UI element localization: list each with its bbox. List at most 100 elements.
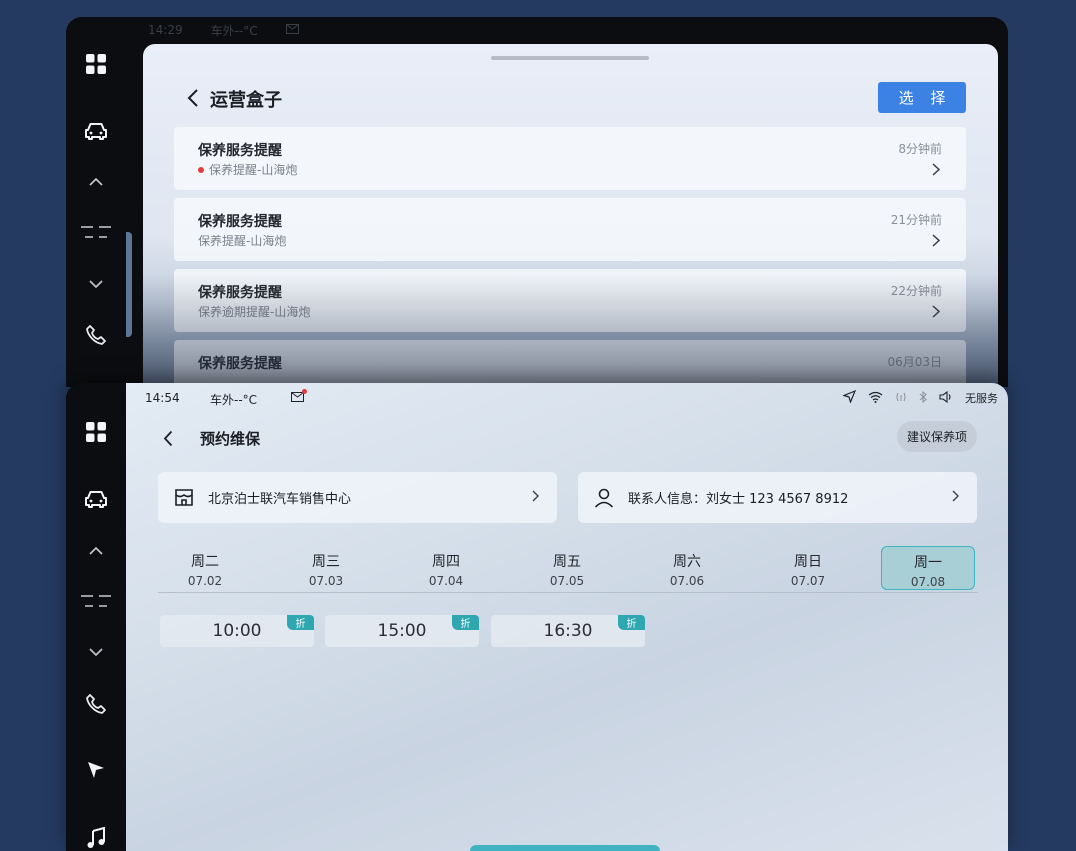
day-tab[interactable]: 周五 07.05 xyxy=(520,546,614,590)
confirm-button-edge[interactable] xyxy=(470,845,660,851)
day-name: 周一 xyxy=(914,555,942,571)
chevron-right-icon xyxy=(952,490,959,506)
message-title: 保养服务提醒 xyxy=(198,356,282,372)
day-tab[interactable]: 周六 07.06 xyxy=(640,546,734,590)
chevron-down-icon[interactable] xyxy=(66,269,126,299)
sidebar xyxy=(66,383,126,851)
day-name: 周日 xyxy=(794,554,822,570)
time-slot[interactable]: 16:30 折 xyxy=(491,615,645,647)
sidebar-handle[interactable] xyxy=(126,232,132,337)
top-status-bar: 14:29 车外--°C xyxy=(126,17,1008,43)
contact-info: 联系人信息：刘女士 123 4567 8912 xyxy=(628,492,849,507)
status-icons: 无服务 xyxy=(842,389,998,406)
network-status: 无服务 xyxy=(965,392,998,405)
message-time: 06月03日 xyxy=(887,355,942,369)
phone-icon[interactable] xyxy=(66,689,126,719)
dealer-card[interactable]: 北京泊士联汽车销售中心 xyxy=(158,472,557,523)
maintenance-booking-page: 14:54 车外--°C 无服务 预约维保 建议保养项 北京泊士联汽车销售中心 … xyxy=(126,383,1008,851)
message-title: 保养服务提醒 xyxy=(198,143,282,159)
day-date: 07.03 xyxy=(308,574,344,588)
discount-badge: 折 xyxy=(618,615,645,630)
status-temperature: 车外--°C xyxy=(210,393,258,407)
chevron-down-icon[interactable] xyxy=(66,637,126,667)
day-date: 07.06 xyxy=(669,574,705,588)
car-icon[interactable] xyxy=(66,116,126,146)
suggested-items-button[interactable]: 建议保养项 xyxy=(897,421,977,452)
mail-icon[interactable] xyxy=(285,23,299,37)
chevron-right-icon xyxy=(932,161,941,180)
day-name: 周六 xyxy=(673,554,701,570)
message-time: 22分钟前 xyxy=(890,284,942,298)
day-name: 周三 xyxy=(312,554,340,570)
fan-icon[interactable] xyxy=(66,586,126,616)
status-time: 14:29 xyxy=(148,23,183,37)
day-tab[interactable]: 周三 07.03 xyxy=(279,546,373,590)
message-title: 保养服务提醒 xyxy=(198,285,282,301)
message-subtitle-text: 保养提醒-山海炮 xyxy=(209,163,298,177)
top-sidebar xyxy=(66,17,126,387)
person-icon xyxy=(594,488,614,508)
day-date: 07.05 xyxy=(549,574,585,588)
mail-icon[interactable] xyxy=(291,389,307,405)
message-time: 8分钟前 xyxy=(898,142,942,156)
volume-icon xyxy=(939,390,953,406)
navigation-icon[interactable] xyxy=(66,755,126,785)
phone-icon[interactable] xyxy=(66,320,126,350)
drag-handle[interactable] xyxy=(491,56,649,60)
day-tab-selected[interactable]: 周一 07.08 xyxy=(881,546,975,590)
chevron-up-icon[interactable] xyxy=(66,536,126,566)
message-item[interactable]: 保养服务提醒 保养逾期提醒-山海炮 22分钟前 xyxy=(174,269,966,332)
apps-grid-icon[interactable] xyxy=(66,49,126,79)
contact-card[interactable]: 联系人信息：刘女士 123 4567 8912 xyxy=(578,472,977,523)
time-slot-label: 15:00 xyxy=(377,621,427,641)
time-slot-label: 16:30 xyxy=(543,621,593,641)
message-subtitle: 保养逾期提醒-山海炮 xyxy=(198,305,311,319)
status-temperature: 车外--°C xyxy=(210,23,258,38)
day-tab[interactable]: 周二 07.02 xyxy=(158,546,252,590)
time-slot[interactable]: 10:00 折 xyxy=(160,615,314,647)
car-icon[interactable] xyxy=(66,484,126,514)
message-time: 21分钟前 xyxy=(890,213,942,227)
back-button[interactable] xyxy=(183,87,203,109)
music-icon[interactable] xyxy=(66,823,126,851)
message-item[interactable]: 保养服务提醒 保养提醒-山海炮 21分钟前 xyxy=(174,198,966,261)
status-time: 14:54 xyxy=(145,391,180,405)
status-bar: 14:54 车外--°C 无服务 xyxy=(126,383,1008,411)
chevron-up-icon[interactable] xyxy=(66,167,126,197)
message-item[interactable]: 保养服务提醒 06月03日 xyxy=(174,340,966,387)
discount-badge: 折 xyxy=(287,615,314,630)
location-icon xyxy=(842,389,857,406)
bluetooth-icon xyxy=(919,390,927,406)
message-subtitle: 保养提醒-山海炮 xyxy=(198,234,287,248)
day-date: 07.08 xyxy=(910,575,946,589)
chevron-right-icon xyxy=(932,232,941,251)
discount-badge: 折 xyxy=(452,615,479,630)
day-name: 周四 xyxy=(432,554,460,570)
signal-icon xyxy=(895,391,907,406)
day-tab[interactable]: 周日 07.07 xyxy=(761,546,855,590)
ops-box-panel: 运营盒子 选 择 保养服务提醒 保养提醒-山海炮 8分钟前 保养服务提醒 保养提… xyxy=(143,44,998,387)
message-subtitle: 保养提醒-山海炮 xyxy=(198,161,297,178)
store-icon xyxy=(174,488,194,507)
day-date: 07.04 xyxy=(428,574,464,588)
page-title: 预约维保 xyxy=(200,430,261,448)
message-item[interactable]: 保养服务提醒 保养提醒-山海炮 8分钟前 xyxy=(174,127,966,190)
select-button[interactable]: 选 择 xyxy=(878,82,966,113)
wifi-icon xyxy=(868,391,883,406)
message-title: 保养服务提醒 xyxy=(198,214,282,230)
back-button[interactable] xyxy=(159,427,177,449)
mail-unread-dot xyxy=(302,389,307,394)
fan-icon[interactable] xyxy=(66,217,126,247)
day-date: 07.02 xyxy=(187,574,223,588)
bottom-screen: 14:54 车外--°C 无服务 预约维保 建议保养项 北京泊士联汽车销售中心 … xyxy=(66,383,1008,851)
chevron-right-icon xyxy=(932,303,941,322)
unread-dot xyxy=(198,166,204,173)
day-name: 周五 xyxy=(553,554,581,570)
day-tab[interactable]: 周四 07.04 xyxy=(399,546,493,590)
date-selector: 周二 07.02 周三 07.03 周四 07.04 周五 07.05 周六 0… xyxy=(158,546,978,593)
apps-grid-icon[interactable] xyxy=(66,417,126,447)
time-slot[interactable]: 15:00 折 xyxy=(325,615,479,647)
dealer-name: 北京泊士联汽车销售中心 xyxy=(208,492,352,507)
chevron-right-icon xyxy=(532,490,539,506)
day-name: 周二 xyxy=(191,554,219,570)
